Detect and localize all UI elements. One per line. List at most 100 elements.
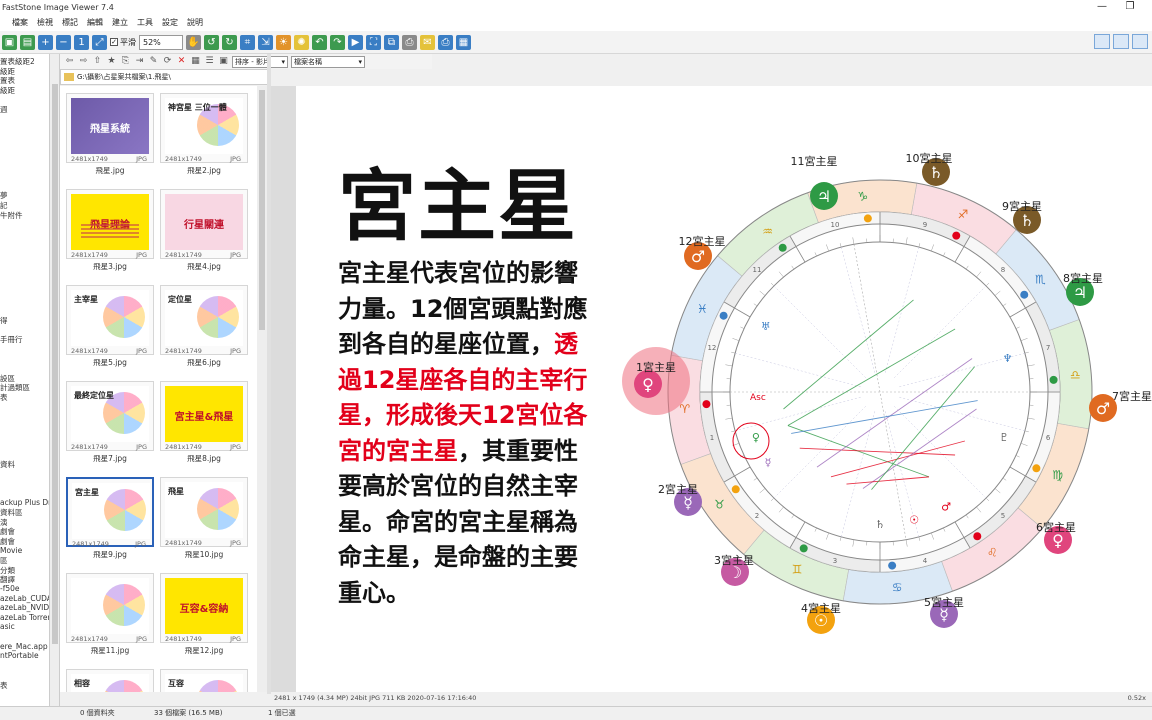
zoom-select[interactable]: 52% xyxy=(139,34,183,50)
thumbnail[interactable]: 飛星 2481x1749 JPG 飛星10.jpg xyxy=(160,477,248,561)
filter-select[interactable]: 檔案名稱 xyxy=(291,55,365,68)
tree-item[interactable]: 牛附件 xyxy=(0,210,23,221)
hand-tool-icon[interactable]: ✋ xyxy=(186,34,201,50)
undo-icon[interactable]: ↶ xyxy=(312,34,327,50)
thumbnail[interactable]: 宮主星&飛星 2481x1749 JPG 飛星8.jpg xyxy=(160,381,248,465)
scroll-thumb[interactable] xyxy=(259,90,265,330)
folder-tree[interactable]: 置表級距2 級距 置表 級距週夢記牛附件得手冊行 設區 計過類區表資料 ackup Plus… xyxy=(0,54,50,709)
thumbnail[interactable]: 飛星系統 2481x1749 JPG 飛星.jpg xyxy=(66,93,154,177)
menu-help[interactable]: 說明 xyxy=(187,17,203,28)
scroll-thumb[interactable] xyxy=(52,84,58,644)
delete-icon[interactable]: ✕ xyxy=(176,56,187,67)
tree-item[interactable]: ere_Mac.app xyxy=(0,642,48,651)
select-all-icon[interactable]: ▣ xyxy=(218,56,229,67)
sort-select[interactable]: 排序 - 影片 xyxy=(232,55,288,68)
view-list-icon[interactable]: ☰ xyxy=(204,56,215,67)
thumb-dims: 2481x1749 xyxy=(71,251,108,259)
rotate-left-icon[interactable]: ↺ xyxy=(204,34,219,50)
maximize-button[interactable]: ❐ xyxy=(1120,0,1140,14)
thumbnail[interactable]: 互容&容納 2481x1749 JPG 飛星12.jpg xyxy=(160,573,248,657)
tree-item[interactable]: Movie xyxy=(0,546,22,555)
tree-item[interactable]: azeLab_CUDA xyxy=(0,594,49,603)
menu-file[interactable]: 檔案 xyxy=(12,17,28,28)
resize-icon[interactable]: ⇲ xyxy=(258,34,273,50)
thumbnail[interactable]: 最終定位星 2481x1749 JPG 飛星7.jpg xyxy=(66,381,154,465)
smooth-checkbox[interactable]: ✓ 平滑 xyxy=(110,37,136,48)
actual-size-icon[interactable]: 1 xyxy=(74,34,89,50)
folder-tree-scrollbar[interactable] xyxy=(50,54,60,709)
refresh-icon[interactable]: ⟳ xyxy=(162,56,173,67)
chart-thumbnail-icon xyxy=(197,680,239,692)
thumbnail[interactable]: 互容 xyxy=(160,669,248,692)
color-adjust-icon[interactable]: ☀ xyxy=(276,34,291,50)
thumb-frame: 互容&容納 2481x1749 JPG xyxy=(160,573,248,643)
menu-tools[interactable]: 工具 xyxy=(137,17,153,28)
tree-item[interactable]: azeLab_NVIDI xyxy=(0,603,49,612)
thumb-filename: 飛星7.jpg xyxy=(93,454,127,463)
thumbnail[interactable]: 行星關連 2481x1749 JPG 飛星4.jpg xyxy=(160,189,248,273)
menu-settings[interactable]: 設定 xyxy=(162,17,178,28)
thumb-frame: 行星關連 2481x1749 JPG xyxy=(160,189,248,259)
fit-icon[interactable]: ⤢ xyxy=(92,34,107,50)
print-icon[interactable]: ⎙ xyxy=(438,34,453,50)
tree-item[interactable]: 級距 xyxy=(0,85,15,96)
slideshow-icon[interactable]: ▶ xyxy=(348,34,363,50)
tree-item[interactable]: 表 xyxy=(0,392,8,403)
forward-icon[interactable]: ⇨ xyxy=(78,56,89,67)
minimize-button[interactable]: — xyxy=(1092,0,1112,14)
thumbnail[interactable]: 神宮星 三位一體 2481x1749 JPG 飛星2.jpg xyxy=(160,93,248,177)
image-preview[interactable]: 宮主星 宮主星代表宮位的影響力量。12個宮頭點對應到各自的星座位置，透過12星座… xyxy=(296,86,1152,692)
fullscreen-icon[interactable]: ⛶ xyxy=(366,34,381,50)
layout-preview-icon[interactable] xyxy=(1113,34,1129,49)
thumbnail-scrollbar[interactable] xyxy=(257,86,267,692)
tree-item[interactable]: ackup Plus Dr xyxy=(0,498,49,507)
up-folder-icon[interactable]: ⇧ xyxy=(92,56,103,67)
email-icon[interactable]: ✉ xyxy=(420,34,435,50)
path-field[interactable]: G:\攝影\占星案共檔案\1.飛星\ xyxy=(60,69,270,85)
tree-item[interactable]: -f50e xyxy=(0,584,20,593)
tree-item[interactable]: 手冊行 xyxy=(0,334,23,345)
save-icon[interactable]: ▤ xyxy=(20,34,35,50)
menu-edit[interactable]: 編輯 xyxy=(87,17,103,28)
thumbnail[interactable]: 相容 xyxy=(66,669,154,692)
rename-icon[interactable]: ✎ xyxy=(148,56,159,67)
menu-view[interactable]: 檢視 xyxy=(37,17,53,28)
tree-item[interactable]: 週 xyxy=(0,104,8,115)
open-folder-icon[interactable]: ▣ xyxy=(2,34,17,50)
move-icon[interactable]: ⇥ xyxy=(134,56,145,67)
back-icon[interactable]: ⇦ xyxy=(64,56,75,67)
effects-icon[interactable]: ✺ xyxy=(294,34,309,50)
rotate-right-icon[interactable]: ↻ xyxy=(222,34,237,50)
favorites-icon[interactable]: ★ xyxy=(106,56,117,67)
thumbnail[interactable]: 宮主星 2481x1749 JPG 飛星9.jpg xyxy=(66,477,154,561)
thumbnail[interactable]: 主宰星 2481x1749 JPG 飛星5.jpg xyxy=(66,285,154,369)
thumb-dims: 2481x1749 xyxy=(165,155,202,163)
copy-icon[interactable]: ⎘ xyxy=(120,56,131,67)
thumb-dims: 2481x1749 xyxy=(165,539,202,547)
thumb-caption: 定位星 xyxy=(168,295,192,304)
tree-item[interactable]: azeLab Torren xyxy=(0,613,49,622)
thumb-filename: 飛星9.jpg xyxy=(93,550,127,559)
zoom-in-icon[interactable]: + xyxy=(38,34,53,50)
menu-tag[interactable]: 標記 xyxy=(62,17,78,28)
thumbnail[interactable]: 2481x1749 JPG 飛星11.jpg xyxy=(66,573,154,657)
layout-browser-icon[interactable] xyxy=(1094,34,1110,49)
view-grid-icon[interactable]: ▦ xyxy=(190,56,201,67)
layout-thumbs-icon[interactable] xyxy=(1132,34,1148,49)
thumb-frame: 飛星 2481x1749 JPG xyxy=(160,477,248,547)
tree-item[interactable]: asic xyxy=(0,622,15,631)
tree-item[interactable]: 表 xyxy=(0,680,8,691)
tree-item[interactable]: ntPortable xyxy=(0,651,39,660)
crop-icon[interactable]: ⌗ xyxy=(240,34,255,50)
tree-item[interactable]: 得 xyxy=(0,315,8,326)
tree-item[interactable]: 資料 xyxy=(0,459,15,470)
thumbnail[interactable]: 飛星理論2481x1749 JPG 飛星3.jpg xyxy=(66,189,154,273)
zoom-out-icon[interactable]: − xyxy=(56,34,71,50)
wallpaper-icon[interactable]: ▦ xyxy=(456,34,471,50)
thumbnail[interactable]: 定位星 2481x1749 JPG 飛星6.jpg xyxy=(160,285,248,369)
thumb-caption: 宮主星 xyxy=(75,488,99,497)
menu-create[interactable]: 建立 xyxy=(112,17,128,28)
scanner-icon[interactable]: ⎙ xyxy=(402,34,417,50)
compare-icon[interactable]: ⧉ xyxy=(384,34,399,50)
redo-icon[interactable]: ↷ xyxy=(330,34,345,50)
